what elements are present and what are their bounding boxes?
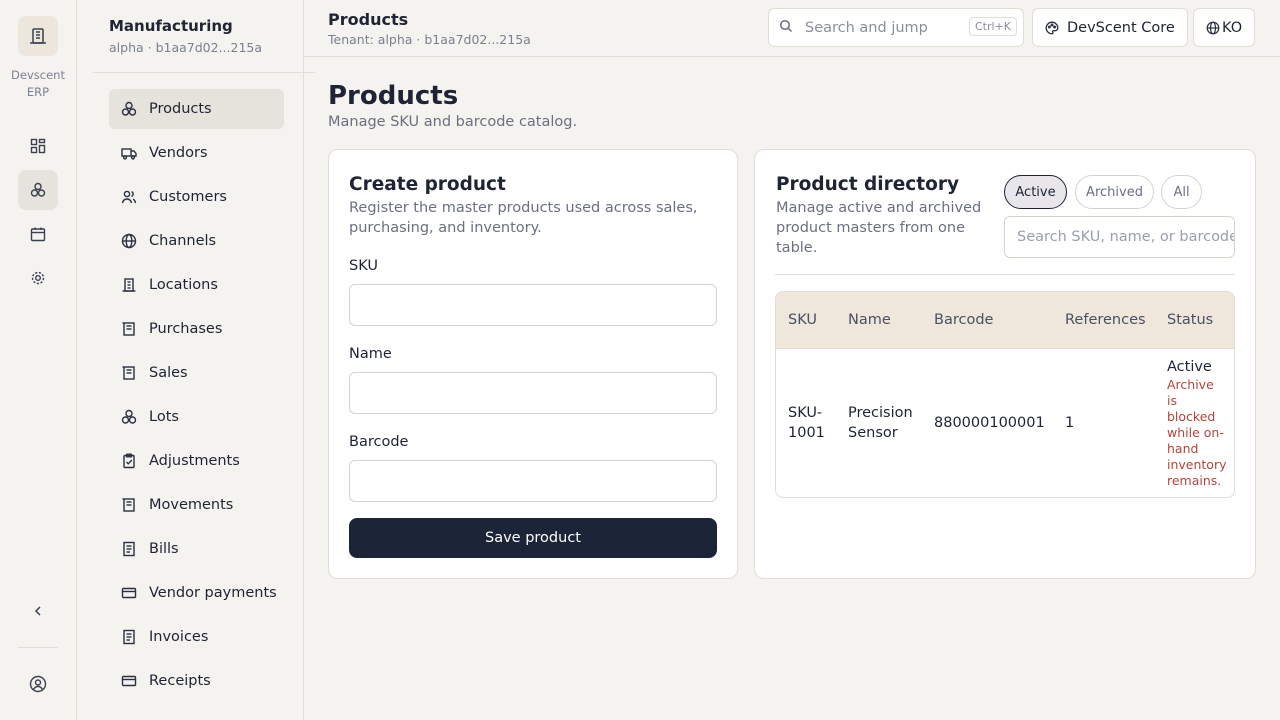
clipboard-icon	[121, 453, 137, 469]
name-input[interactable]	[349, 372, 717, 414]
product-directory-title: Product directory	[776, 174, 960, 195]
cubes-icon[interactable]	[18, 170, 58, 210]
column-name: Name	[848, 312, 891, 328]
cell-references: 1	[1065, 415, 1075, 431]
rail-brand: Devscent ERP	[11, 68, 65, 99]
table-header: SKU Name Barcode References Status	[776, 292, 1234, 349]
search-placeholder: Search and jump	[805, 19, 928, 36]
sidebar-item-receipts[interactable]: Receipts	[109, 661, 284, 701]
create-product-description: Register the master products used across…	[349, 200, 698, 236]
column-sku: SKU	[788, 312, 817, 328]
user-circle-icon[interactable]	[18, 664, 58, 704]
create-product-title: Create product	[349, 174, 506, 195]
barcode-label: Barcode	[349, 434, 409, 450]
receipt-icon	[121, 497, 137, 513]
sidebar-item-adjustments[interactable]: Adjustments	[109, 441, 284, 481]
search-icon	[779, 18, 793, 37]
cell-name: Precision Sensor	[848, 405, 913, 441]
directory-divider	[775, 274, 1235, 275]
card-icon	[121, 585, 137, 601]
rail-divider	[18, 647, 58, 648]
sidebar: Manufacturing alpha · b1aa7d02...215a Pr…	[77, 0, 315, 720]
products-table: SKU Name Barcode References Status SKU- …	[775, 291, 1235, 498]
barcode-input[interactable]	[349, 460, 717, 502]
sidebar-item-vendors[interactable]: Vendors	[109, 133, 284, 173]
card-icon	[121, 673, 137, 689]
building-icon	[121, 277, 137, 293]
theme-button[interactable]: DevScent Core	[1032, 8, 1188, 47]
column-status: Status	[1167, 312, 1214, 328]
sidebar-divider	[93, 72, 315, 73]
create-product-card: Create product Register the master produ…	[328, 149, 738, 579]
gear-icon[interactable]	[18, 258, 58, 298]
receipt-icon	[121, 321, 137, 337]
language-button[interactable]: KO	[1193, 8, 1256, 47]
document-icon	[121, 541, 137, 557]
collapse-chevron-icon[interactable]	[18, 591, 58, 631]
sidebar-item-bills[interactable]: Bills	[109, 529, 284, 569]
cell-sku: SKU- 1001	[788, 405, 825, 441]
palette-icon	[1045, 21, 1059, 34]
calendar-icon[interactable]	[18, 214, 58, 254]
sidebar-item-movements[interactable]: Movements	[109, 485, 284, 525]
dashboard-icon[interactable]	[18, 126, 58, 166]
sidebar-item-invoices[interactable]: Invoices	[109, 617, 284, 657]
sidebar-item-customers[interactable]: Customers	[109, 177, 284, 217]
sidebar-title: Manufacturing	[109, 17, 233, 35]
filter-archived-tab[interactable]: Archived	[1075, 175, 1154, 209]
cubes-icon	[121, 101, 137, 117]
globe-icon	[1206, 21, 1220, 34]
global-search-input[interactable]: Search and jump Ctrl+K	[768, 8, 1024, 47]
topbar-title: Products	[328, 10, 409, 29]
truck-icon	[121, 145, 137, 161]
directory-search-input[interactable]: Search SKU, name, or barcode	[1004, 216, 1235, 258]
users-icon	[121, 189, 137, 205]
save-product-button[interactable]: Save product	[349, 518, 717, 558]
sidebar-item-channels[interactable]: Channels	[109, 221, 284, 261]
globe-icon	[121, 233, 137, 249]
product-directory-card: Product directory Manage active and arch…	[754, 149, 1256, 579]
archive-warning: Archive is blocked while on- hand invent…	[1167, 377, 1227, 488]
sidebar-item-lots[interactable]: Lots	[109, 397, 284, 437]
sidebar-item-locations[interactable]: Locations	[109, 265, 284, 305]
sidebar-item-vendor-payments[interactable]: Vendor payments	[109, 573, 284, 613]
shortcut-badge: Ctrl+K	[968, 17, 1017, 36]
top-bar: Products Tenant: alpha · b1aa7d02...215a…	[304, 0, 1280, 57]
sidebar-item-purchases[interactable]: Purchases	[109, 309, 284, 349]
sku-input[interactable]	[349, 284, 717, 326]
building-logo-icon[interactable]	[18, 16, 58, 56]
status-badge: Active	[1167, 359, 1212, 375]
topbar-tenant: Tenant: alpha · b1aa7d02...215a	[328, 32, 531, 47]
filter-all-tab[interactable]: All	[1161, 175, 1202, 209]
receipt-icon	[121, 365, 137, 381]
page-title: Products	[328, 81, 459, 111]
product-directory-description: Manage active and archived product maste…	[776, 200, 982, 256]
sidebar-subtitle: alpha · b1aa7d02...215a	[109, 40, 263, 55]
name-label: Name	[349, 346, 392, 362]
cubes-icon	[121, 409, 137, 425]
page-description: Manage SKU and barcode catalog.	[328, 114, 578, 130]
filter-active-tab[interactable]: Active	[1004, 175, 1067, 209]
column-references: References	[1065, 312, 1146, 328]
icon-rail: Devscent ERP	[0, 0, 77, 720]
document-icon	[121, 629, 137, 645]
cell-barcode: 880000100001	[934, 415, 1045, 431]
sku-label: SKU	[349, 258, 378, 274]
column-barcode: Barcode	[934, 312, 994, 328]
sidebar-item-products[interactable]: Products	[109, 89, 284, 129]
sidebar-item-sales[interactable]: Sales	[109, 353, 284, 393]
